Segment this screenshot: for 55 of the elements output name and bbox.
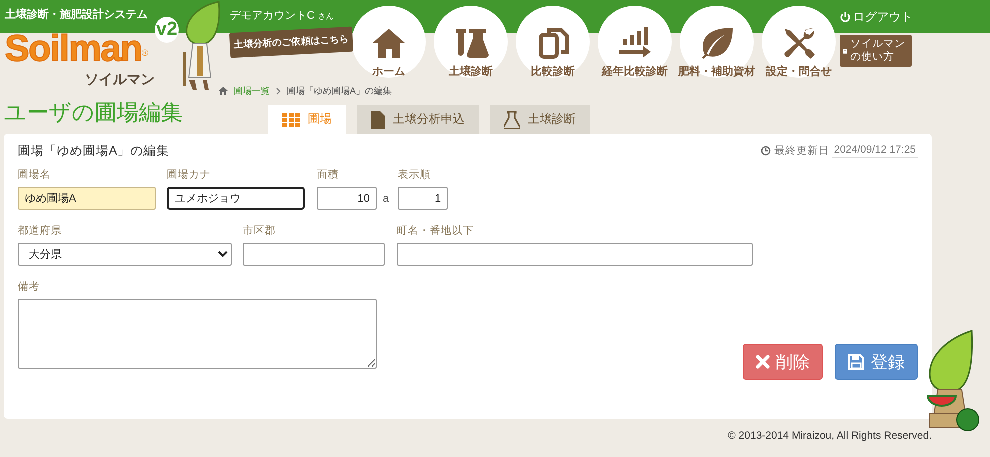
breadcrumb-link[interactable]: 圃場一覧 <box>234 84 270 98</box>
prefecture-select[interactable]: 大分県 <box>18 243 232 266</box>
close-icon <box>756 355 770 369</box>
bars-arrow-icon <box>617 27 653 59</box>
field-label: 面積 <box>317 168 340 182</box>
field-label: 圃場名 <box>18 168 52 182</box>
flask-icon <box>504 110 520 128</box>
form-heading: 圃場「ゆめ圃場A」の編集 <box>18 142 170 160</box>
tab[interactable]: 土壌分析申込 <box>357 105 479 134</box>
last-updated-label: 最終更新日 <box>774 144 830 158</box>
nav-item[interactable]: 比較診断 <box>516 6 590 78</box>
field-label: 町名・番地以下 <box>397 224 475 238</box>
input-field[interactable]: 1 <box>398 187 448 210</box>
input-field[interactable]: ユメホジョウ <box>167 187 305 210</box>
nav-item[interactable]: 設定・問合せ <box>762 6 836 78</box>
input-field[interactable] <box>243 243 385 266</box>
version-badge: v2 <box>155 17 179 43</box>
input-field[interactable]: 10 <box>317 187 377 210</box>
home-icon <box>219 87 228 95</box>
input-field[interactable]: ゆめ圃場A <box>18 187 156 210</box>
chevron-icon <box>276 88 281 94</box>
house-icon <box>371 27 407 59</box>
flask-icon <box>453 27 489 59</box>
book-icon <box>843 46 848 56</box>
page-title: ユーザの圃場編集 <box>4 99 184 127</box>
field-label: 市区郡 <box>243 224 277 238</box>
field-label: 圃場カナ <box>167 168 212 182</box>
field-label: 備考 <box>18 280 41 294</box>
input-field[interactable] <box>397 243 753 266</box>
last-updated-date: 2024/09/12 17:25 <box>832 144 918 158</box>
tab[interactable]: 土壌診断 <box>490 105 590 134</box>
copyright: © 2013-2014 Miraizou, All Rights Reserved. <box>728 430 932 442</box>
file-icon <box>371 110 385 128</box>
analysis-request-button[interactable]: 土壌分析のご依頼はこちら <box>229 26 354 58</box>
field-label: 表示順 <box>398 168 432 182</box>
nav-item[interactable]: 土壌診断 <box>434 6 508 78</box>
registered-mark: ® <box>142 48 149 58</box>
delete-button[interactable]: 削除 <box>743 344 823 380</box>
power-icon <box>840 12 851 23</box>
field-label: 都道府県 <box>18 224 63 238</box>
nav-item[interactable]: 経年比較診断 <box>598 6 672 78</box>
unit-label: a <box>383 192 390 204</box>
account-name: デモアカウントC さん <box>230 9 334 23</box>
logo-wordmark: Soilman <box>5 28 142 70</box>
logo-reading: ソイルマン <box>85 70 155 88</box>
nav-item[interactable]: 肥料・補助資材 <box>680 6 754 78</box>
breadcrumb-current: 圃場「ゆめ圃場A」の編集 <box>287 84 392 98</box>
logout-link[interactable]: ログアウト <box>840 9 913 26</box>
notes-field[interactable] <box>18 299 377 369</box>
grid-icon <box>282 112 300 126</box>
system-name: 土壌診断・施肥設計システム <box>5 8 148 23</box>
nav-item[interactable]: ホーム <box>352 6 426 78</box>
register-button[interactable]: 登録 <box>835 344 918 380</box>
clock-icon <box>761 146 772 156</box>
guide-button[interactable]: ソイルマンの使い方 <box>840 35 912 67</box>
